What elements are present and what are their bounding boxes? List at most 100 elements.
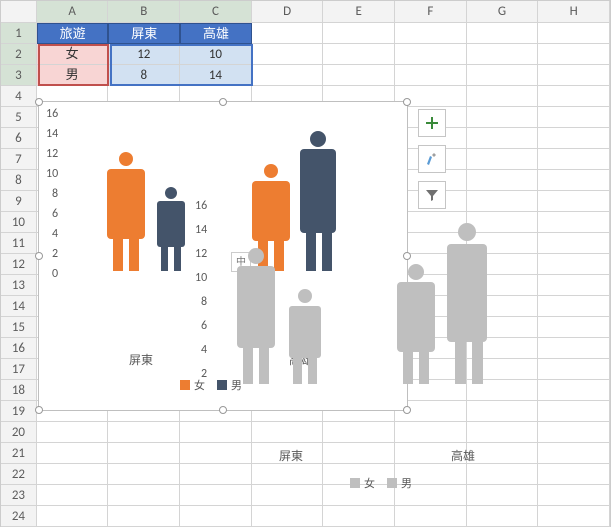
column-header-B[interactable]: B	[108, 1, 180, 23]
cell-G20[interactable]	[467, 422, 539, 443]
column-header-C[interactable]: C	[180, 1, 252, 23]
cell-A3[interactable]: 男	[37, 65, 109, 86]
resize-handle[interactable]	[219, 98, 227, 106]
resize-handle[interactable]	[35, 252, 43, 260]
cell-G2[interactable]	[467, 44, 539, 65]
cell-E21[interactable]	[323, 443, 395, 464]
cell-H7[interactable]	[538, 149, 610, 170]
cell-G13[interactable]	[467, 275, 539, 296]
column-header-D[interactable]: D	[252, 1, 324, 23]
cell-G4[interactable]	[467, 86, 539, 107]
cell-G3[interactable]	[467, 65, 539, 86]
row-header-13[interactable]: 13	[1, 275, 37, 296]
cell-H3[interactable]	[538, 65, 610, 86]
column-header-G[interactable]: G	[467, 1, 539, 23]
row-header-19[interactable]: 19	[1, 401, 37, 422]
cell-C1[interactable]: 高雄	[180, 23, 252, 44]
cell-E24[interactable]	[323, 506, 395, 527]
cell-C20[interactable]	[180, 422, 252, 443]
cell-G17[interactable]	[467, 359, 539, 380]
cell-A2[interactable]: 女	[37, 44, 109, 65]
cell-H13[interactable]	[538, 275, 610, 296]
cell-H22[interactable]	[538, 464, 610, 485]
cell-A1[interactable]: 旅遊	[37, 23, 109, 44]
cell-H24[interactable]	[538, 506, 610, 527]
cell-D23[interactable]	[252, 485, 324, 506]
resize-handle[interactable]	[35, 98, 43, 106]
row-header-21[interactable]: 21	[1, 443, 37, 464]
row-header-7[interactable]: 7	[1, 149, 37, 170]
cell-D3[interactable]	[252, 65, 324, 86]
cell-G23[interactable]	[467, 485, 539, 506]
cell-A24[interactable]	[37, 506, 109, 527]
row-header-2[interactable]: 2	[1, 44, 37, 65]
cell-G8[interactable]	[467, 170, 539, 191]
resize-handle[interactable]	[219, 406, 227, 414]
chart-filter-button[interactable]	[418, 181, 446, 209]
column-header-F[interactable]: F	[395, 1, 467, 23]
cell-F24[interactable]	[395, 506, 467, 527]
chart-inner-button[interactable]: 中	[231, 252, 251, 272]
row-header-17[interactable]: 17	[1, 359, 37, 380]
row-header-22[interactable]: 22	[1, 464, 37, 485]
row-header-12[interactable]: 12	[1, 254, 37, 275]
row-header-24[interactable]: 24	[1, 506, 37, 527]
cell-D1[interactable]	[252, 23, 324, 44]
column-header-H[interactable]: H	[538, 1, 610, 23]
cell-H5[interactable]	[538, 107, 610, 128]
row-header-5[interactable]: 5	[1, 107, 37, 128]
cell-A23[interactable]	[37, 485, 109, 506]
cell-G10[interactable]	[467, 212, 539, 233]
cell-G24[interactable]	[467, 506, 539, 527]
cell-H6[interactable]	[538, 128, 610, 149]
cell-H14[interactable]	[538, 296, 610, 317]
row-header-1[interactable]: 1	[1, 23, 37, 44]
cell-H23[interactable]	[538, 485, 610, 506]
cell-C23[interactable]	[180, 485, 252, 506]
cell-H16[interactable]	[538, 338, 610, 359]
cell-G14[interactable]	[467, 296, 539, 317]
chart-add-element-button[interactable]	[418, 109, 446, 137]
row-header-20[interactable]: 20	[1, 422, 37, 443]
cell-C24[interactable]	[180, 506, 252, 527]
row-header-14[interactable]: 14	[1, 296, 37, 317]
cell-H21[interactable]	[538, 443, 610, 464]
resize-handle[interactable]	[403, 98, 411, 106]
row-header-4[interactable]: 4	[1, 86, 37, 107]
resize-handle[interactable]	[403, 406, 411, 414]
row-header-15[interactable]: 15	[1, 317, 37, 338]
cell-H1[interactable]	[538, 23, 610, 44]
cell-G7[interactable]	[467, 149, 539, 170]
select-all-corner[interactable]	[1, 1, 37, 23]
cell-A22[interactable]	[37, 464, 109, 485]
cell-G1[interactable]	[467, 23, 539, 44]
cell-G12[interactable]	[467, 254, 539, 275]
cell-G19[interactable]	[467, 401, 539, 422]
cell-H8[interactable]	[538, 170, 610, 191]
row-header-11[interactable]: 11	[1, 233, 37, 254]
cell-B1[interactable]: 屏東	[108, 23, 180, 44]
cell-G5[interactable]	[467, 107, 539, 128]
cell-C2[interactable]: 10	[180, 44, 252, 65]
cell-E2[interactable]	[323, 44, 395, 65]
cell-H20[interactable]	[538, 422, 610, 443]
chart-object-front[interactable]: 中	[38, 101, 408, 411]
row-header-3[interactable]: 3	[1, 65, 37, 86]
cell-G16[interactable]	[467, 338, 539, 359]
cell-H4[interactable]	[538, 86, 610, 107]
chart-style-button[interactable]	[418, 145, 446, 173]
cell-C21[interactable]	[180, 443, 252, 464]
cell-D22[interactable]	[252, 464, 324, 485]
row-header-8[interactable]: 8	[1, 170, 37, 191]
cell-B22[interactable]	[108, 464, 180, 485]
cell-E1[interactable]	[323, 23, 395, 44]
cell-H15[interactable]	[538, 317, 610, 338]
cell-B3[interactable]: 8	[108, 65, 180, 86]
cell-G9[interactable]	[467, 191, 539, 212]
row-header-23[interactable]: 23	[1, 485, 37, 506]
cell-D2[interactable]	[252, 44, 324, 65]
row-header-18[interactable]: 18	[1, 380, 37, 401]
cell-F20[interactable]	[395, 422, 467, 443]
cell-E20[interactable]	[323, 422, 395, 443]
cell-H19[interactable]	[538, 401, 610, 422]
